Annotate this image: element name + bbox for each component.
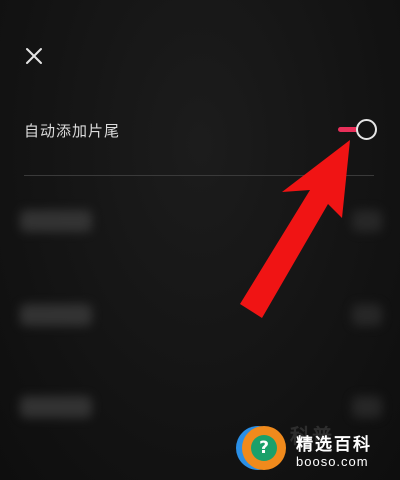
blurred-toggle — [352, 210, 382, 232]
watermark-url: booso.com — [296, 454, 369, 469]
toggle-track — [338, 127, 358, 132]
auto-outro-toggle[interactable] — [336, 118, 378, 142]
question-mark-icon: ? — [251, 435, 277, 461]
blurred-label — [20, 396, 92, 418]
blurred-setting-row[interactable] — [0, 290, 400, 340]
toggle-knob — [356, 119, 377, 140]
blurred-toggle — [352, 304, 382, 326]
setting-label: 自动添加片尾 — [24, 122, 121, 140]
setting-row-auto-outro: 自动添加片尾 — [24, 112, 378, 152]
blurred-label — [20, 210, 92, 232]
watermark-title: 精选百科 — [296, 435, 372, 455]
close-icon — [26, 48, 42, 64]
blurred-setting-row[interactable] — [0, 196, 400, 246]
blurred-toggle — [352, 396, 382, 418]
blurred-label — [20, 304, 92, 326]
settings-screen: 自动添加片尾 科普 ? 精选百科 booso.com — [0, 0, 400, 480]
watermark: 科普 ? 精选百科 booso.com — [238, 418, 400, 480]
watermark-badge: ? — [242, 426, 286, 470]
divider — [24, 175, 374, 176]
close-button[interactable] — [22, 44, 46, 68]
